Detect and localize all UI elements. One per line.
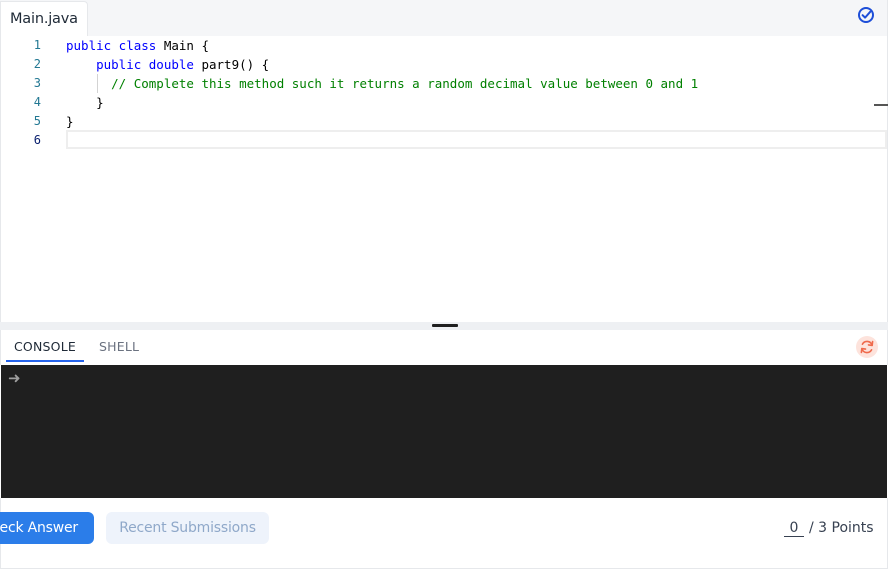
console-output[interactable]: ➜ [1, 365, 887, 498]
active-tab-indicator [6, 360, 84, 362]
tab-shell[interactable]: SHELL [99, 339, 139, 354]
points-display: 0 / 3 Points [784, 520, 874, 537]
code-token: } [66, 95, 104, 110]
line-number: 4 [33, 95, 41, 109]
console-tab-bar: CONSOLE SHELL [0, 330, 888, 365]
comment-token: // Complete this method such it returns … [66, 76, 699, 91]
refresh-icon [860, 340, 874, 354]
reset-console-button[interactable] [856, 336, 878, 358]
code-text: } [66, 112, 74, 131]
code-line[interactable]: 1 public class Main { [1, 36, 887, 55]
code-line-active[interactable]: 6 [1, 131, 887, 150]
check-circle-icon[interactable] [857, 6, 875, 24]
code-editor[interactable]: 1 public class Main { 2 public double pa… [0, 36, 888, 324]
file-tab-main-java[interactable]: Main.java [0, 1, 88, 36]
code-text: } [66, 93, 104, 112]
line-number: 6 [33, 133, 41, 147]
editor-tab-bar: Main.java [0, 0, 888, 36]
code-text: public double part9() { [66, 55, 269, 74]
check-answer-button[interactable]: Check Answer [0, 512, 94, 544]
line-number: 5 [33, 114, 41, 128]
splitter-grip-handle[interactable] [432, 324, 458, 327]
score-value: 0 [784, 520, 804, 537]
code-line[interactable]: 5 } [1, 112, 887, 131]
code-text: public class Main { [66, 36, 209, 55]
code-line[interactable]: 3 // Complete this method such it return… [1, 74, 887, 93]
arrow-right-icon: ➜ [8, 369, 21, 387]
points-total: / 3 Points [809, 520, 874, 536]
code-token: Main { [156, 38, 209, 53]
tab-console[interactable]: CONSOLE [14, 339, 76, 354]
code-text: // Complete this method such it returns … [66, 74, 698, 93]
keyword-token: public double [66, 57, 194, 72]
code-token: part9() { [193, 57, 270, 72]
file-tab-label: Main.java [10, 11, 78, 27]
code-line[interactable]: 2 public double part9() { [1, 55, 887, 74]
keyword-token: public class [66, 38, 157, 53]
code-line[interactable]: 4 } [1, 93, 887, 112]
recent-submissions-button[interactable]: Recent Submissions [106, 512, 269, 544]
line-number: 2 [33, 57, 41, 71]
line-number: 3 [33, 76, 41, 90]
code-token: } [66, 114, 74, 129]
line-number: 1 [33, 38, 41, 52]
